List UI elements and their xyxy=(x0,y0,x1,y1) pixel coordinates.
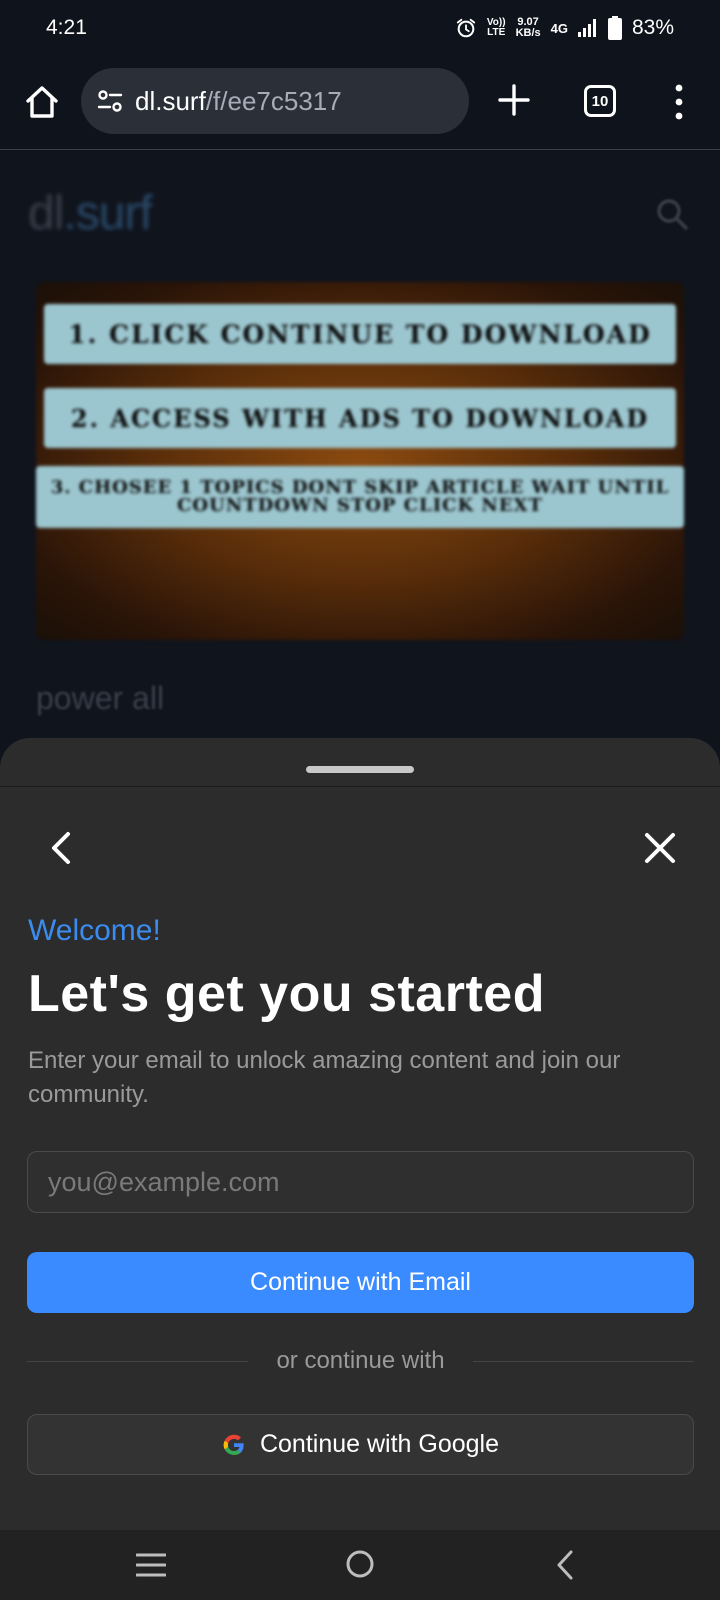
url-host: dl.surf xyxy=(135,85,206,116)
site-logo[interactable]: dl.surf xyxy=(28,186,153,241)
network-type: 4G xyxy=(550,20,568,36)
signup-sheet: Welcome! Let's get you started Enter you… xyxy=(0,738,720,1530)
status-bar: 4:21 Vo)) LTE 9.07 KB/s 4G 83% xyxy=(0,0,720,56)
google-button-label: Continue with Google xyxy=(259,1430,500,1458)
plus-icon[interactable] xyxy=(496,82,532,118)
banner-line-3: 3. chosee 1 topics dont skip article wai… xyxy=(36,466,684,528)
speed-unit: KB/s xyxy=(515,27,541,39)
google-icon xyxy=(223,1434,244,1455)
status-icons: Vo)) LTE 9.07 KB/s 4G 83% xyxy=(455,16,674,40)
divider-text: or continue with xyxy=(276,1347,445,1374)
banner-line-1: 1. Click Continue to Download xyxy=(44,304,676,364)
banner-line-2: 2. Access with ads to Download xyxy=(44,388,676,448)
chevron-left-icon[interactable] xyxy=(44,828,80,868)
status-time: 4:21 xyxy=(46,16,87,39)
drag-handle[interactable] xyxy=(306,766,414,773)
or-divider: or continue with xyxy=(27,1343,694,1379)
lte-label: LTE xyxy=(487,27,506,38)
continue-google-button[interactable]: Continue with Google xyxy=(27,1414,694,1475)
signal-icon xyxy=(577,19,596,37)
sheet-drag-area[interactable] xyxy=(0,738,720,787)
email-input[interactable] xyxy=(27,1151,694,1213)
alarm-icon xyxy=(456,18,476,38)
battery-icon xyxy=(607,16,622,40)
sheet-description: Enter your email to unlock amazing conte… xyxy=(28,1047,621,1108)
tune-icon[interactable] xyxy=(95,86,125,116)
close-icon[interactable] xyxy=(642,830,678,866)
home-nav-icon[interactable] xyxy=(345,1549,375,1579)
tab-count: 10 xyxy=(591,92,609,110)
page-subtitle: power all xyxy=(36,680,165,716)
divider-line-left xyxy=(27,1360,249,1362)
browser-toolbar: dl.surf/f/ee7c5317 10 xyxy=(0,56,720,150)
divider-line-right xyxy=(472,1360,694,1362)
back-nav-icon[interactable] xyxy=(554,1549,576,1581)
page-content: dl.surf 1. Click Continue to Download 2.… xyxy=(0,150,720,740)
tab-switcher-button[interactable]: 10 xyxy=(584,85,616,117)
url-path: /f/ee7c5317 xyxy=(205,85,342,116)
recents-icon[interactable] xyxy=(136,1552,166,1578)
system-nav-bar xyxy=(0,1530,720,1600)
search-icon[interactable] xyxy=(654,196,690,232)
volte-indicator: Vo)) LTE xyxy=(487,18,506,38)
address-bar[interactable]: dl.surf/f/ee7c5317 xyxy=(81,68,469,134)
more-vert-icon[interactable] xyxy=(668,82,690,122)
sheet-headline: Let's get you started xyxy=(28,965,545,1023)
home-icon[interactable] xyxy=(22,82,62,122)
site-tld: .surf xyxy=(63,187,152,240)
continue-email-button[interactable]: Continue with Email xyxy=(27,1252,694,1313)
instruction-banner: 1. Click Continue to Download 2. Access … xyxy=(36,282,684,640)
network-speed: 9.07 KB/s xyxy=(516,17,541,39)
url-text[interactable]: dl.surf/f/ee7c5317 xyxy=(135,86,342,117)
battery-level: 83% xyxy=(631,16,674,39)
site-name: dl xyxy=(28,187,64,240)
welcome-label: Welcome! xyxy=(28,914,161,947)
